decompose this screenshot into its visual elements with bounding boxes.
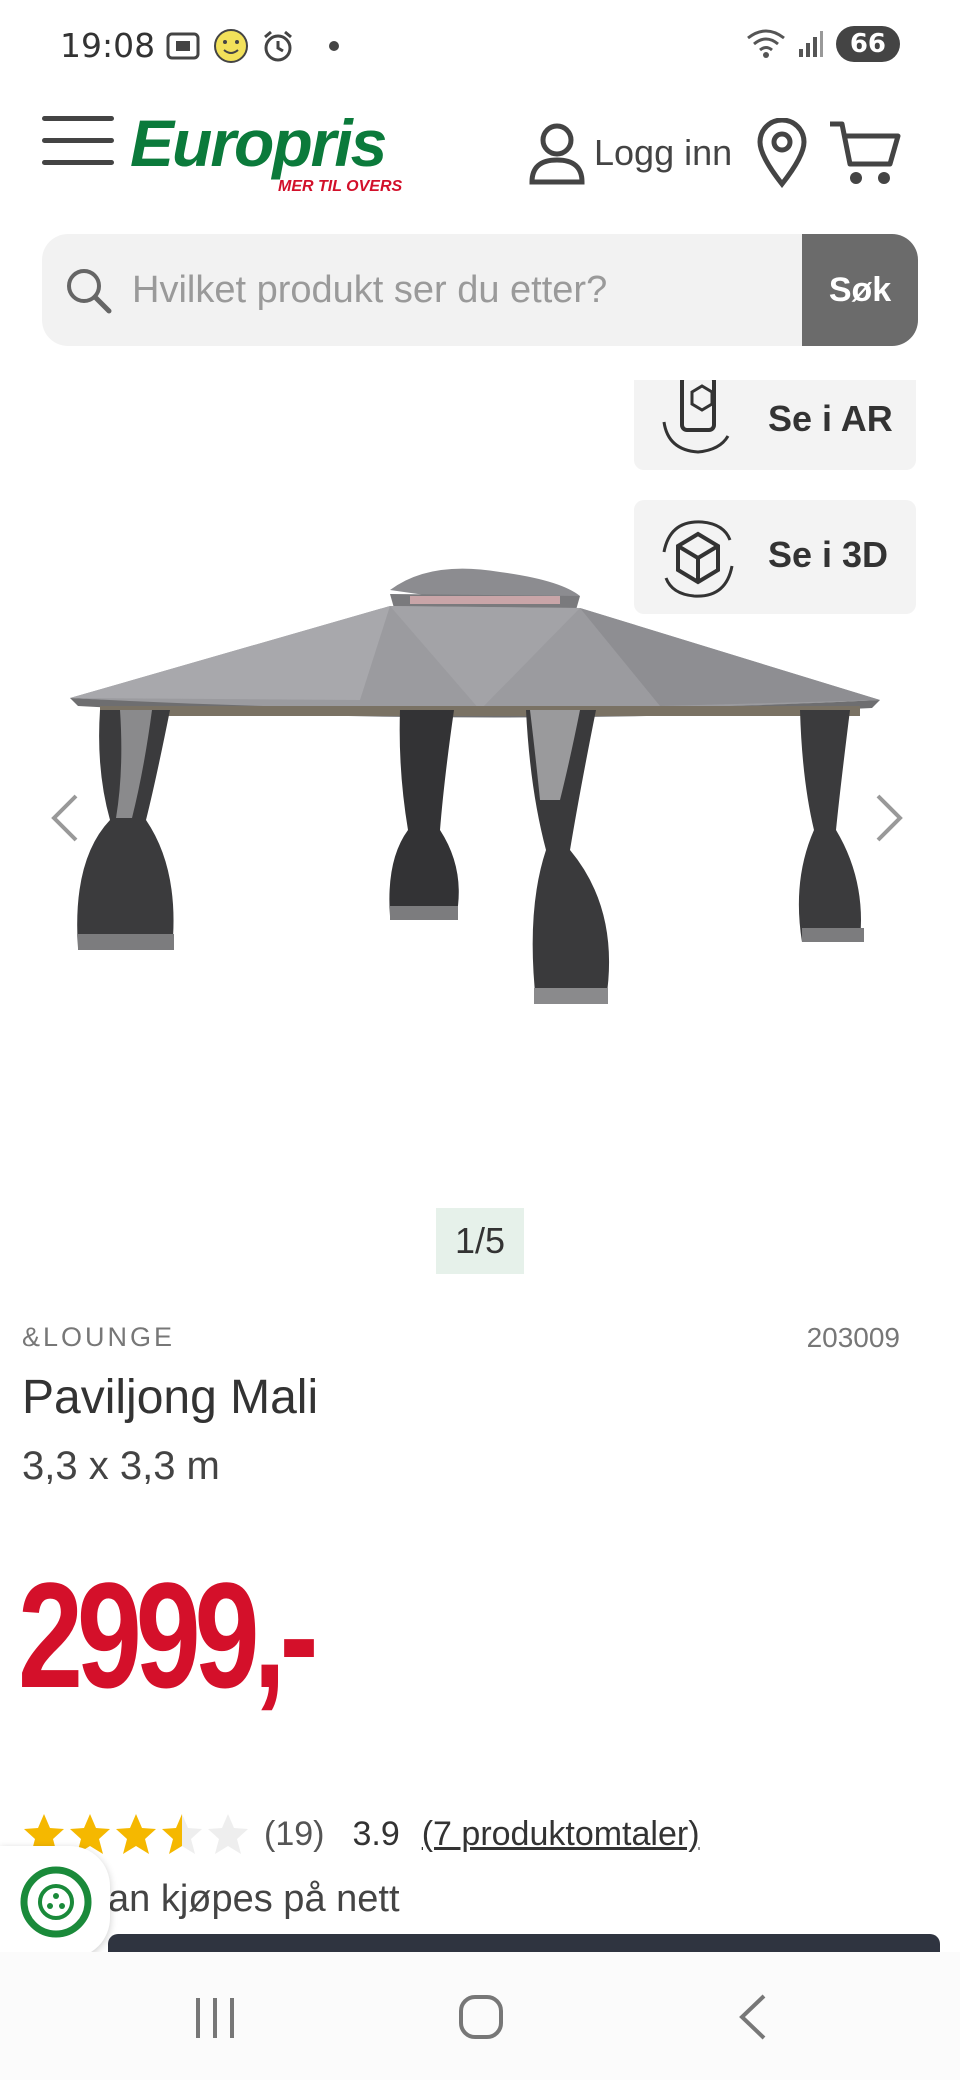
store-locator-button[interactable] (756, 117, 808, 193)
3d-cube-icon (662, 520, 734, 598)
logo-tagline: MER TIL OVERS (278, 178, 403, 195)
chevron-right-icon (876, 794, 903, 842)
menu-button[interactable] (42, 116, 114, 170)
product-sku: 203009 (806, 1322, 900, 1353)
alarm-icon (264, 30, 292, 62)
ar-label: Se i AR (768, 398, 893, 439)
dot-icon (329, 41, 339, 51)
back-icon (739, 1994, 766, 2040)
3d-label: Se i 3D (768, 534, 889, 575)
site-header: Europris MER TIL OVERS Logg inn (0, 100, 960, 220)
home-icon (459, 1995, 503, 2039)
image-counter: 1/5 (436, 1208, 524, 1274)
recents-button[interactable] (192, 1996, 238, 2045)
rating-score: 3.9 (352, 1814, 400, 1853)
status-icons-right: 66 (746, 26, 900, 62)
system-nav-bar (0, 1952, 960, 2080)
next-image-button[interactable] (868, 790, 908, 851)
search-icon (67, 269, 112, 314)
menu-icon (42, 116, 114, 121)
product-price: 2999,- (18, 1551, 319, 1719)
wifi-icon (746, 29, 785, 58)
smiley-icon (214, 29, 248, 63)
recents-icon (196, 1998, 234, 2038)
product-image-gazebo[interactable] (60, 560, 900, 1100)
signal-icon (798, 31, 823, 57)
battery-indicator: 66 (835, 26, 900, 62)
logo-wordmark: Europris (130, 106, 387, 180)
search-bar: Søk (42, 234, 918, 346)
status-time: 19:08 (60, 26, 156, 65)
screenshot-icon (166, 32, 200, 60)
home-button[interactable] (458, 1992, 504, 2047)
europris-logo[interactable]: Europris MER TIL OVERS (130, 106, 402, 195)
add-to-cart-bar[interactable] (108, 1934, 940, 1954)
login-button[interactable]: Logg inn (528, 120, 732, 186)
rating-count: (19) (264, 1814, 325, 1853)
login-label: Logg inn (594, 132, 733, 173)
cart-button[interactable] (828, 118, 902, 193)
user-icon (529, 123, 585, 185)
reviews-link[interactable]: (7 produktomtaler) (422, 1815, 700, 1854)
product-brand[interactable]: &LOUNGE (22, 1322, 175, 1353)
product-size: 3,3 x 3,3 m (22, 1444, 220, 1488)
product-gallery: Se i AR Se i 3D 1/5 (0, 380, 960, 1280)
status-icons-left (165, 28, 339, 64)
ar-icon (662, 380, 730, 454)
previous-image-button[interactable] (46, 790, 86, 851)
view-in-ar-button[interactable]: Se i AR (634, 380, 916, 470)
star-icon (116, 1814, 156, 1854)
star-half-icon (162, 1814, 202, 1854)
cart-icon (830, 121, 901, 184)
eco-badge[interactable] (0, 1846, 110, 1958)
star-empty-icon (208, 1814, 248, 1854)
back-button[interactable] (736, 1992, 770, 2047)
search-button[interactable]: Søk (802, 234, 918, 346)
status-bar: 19:08 66 (0, 0, 960, 92)
product-title: Paviljong Mali (22, 1371, 319, 1424)
search-input[interactable] (132, 234, 832, 346)
view-in-3d-button[interactable]: Se i 3D (634, 500, 916, 614)
online-availability: an kjøpes på nett (108, 1878, 400, 1920)
recycle-icon (20, 1866, 92, 1938)
location-pin-icon (757, 117, 807, 189)
chevron-left-icon (51, 794, 78, 842)
product-rating[interactable]: (19) 3.9 (7 produktomtaler) (22, 1812, 700, 1856)
